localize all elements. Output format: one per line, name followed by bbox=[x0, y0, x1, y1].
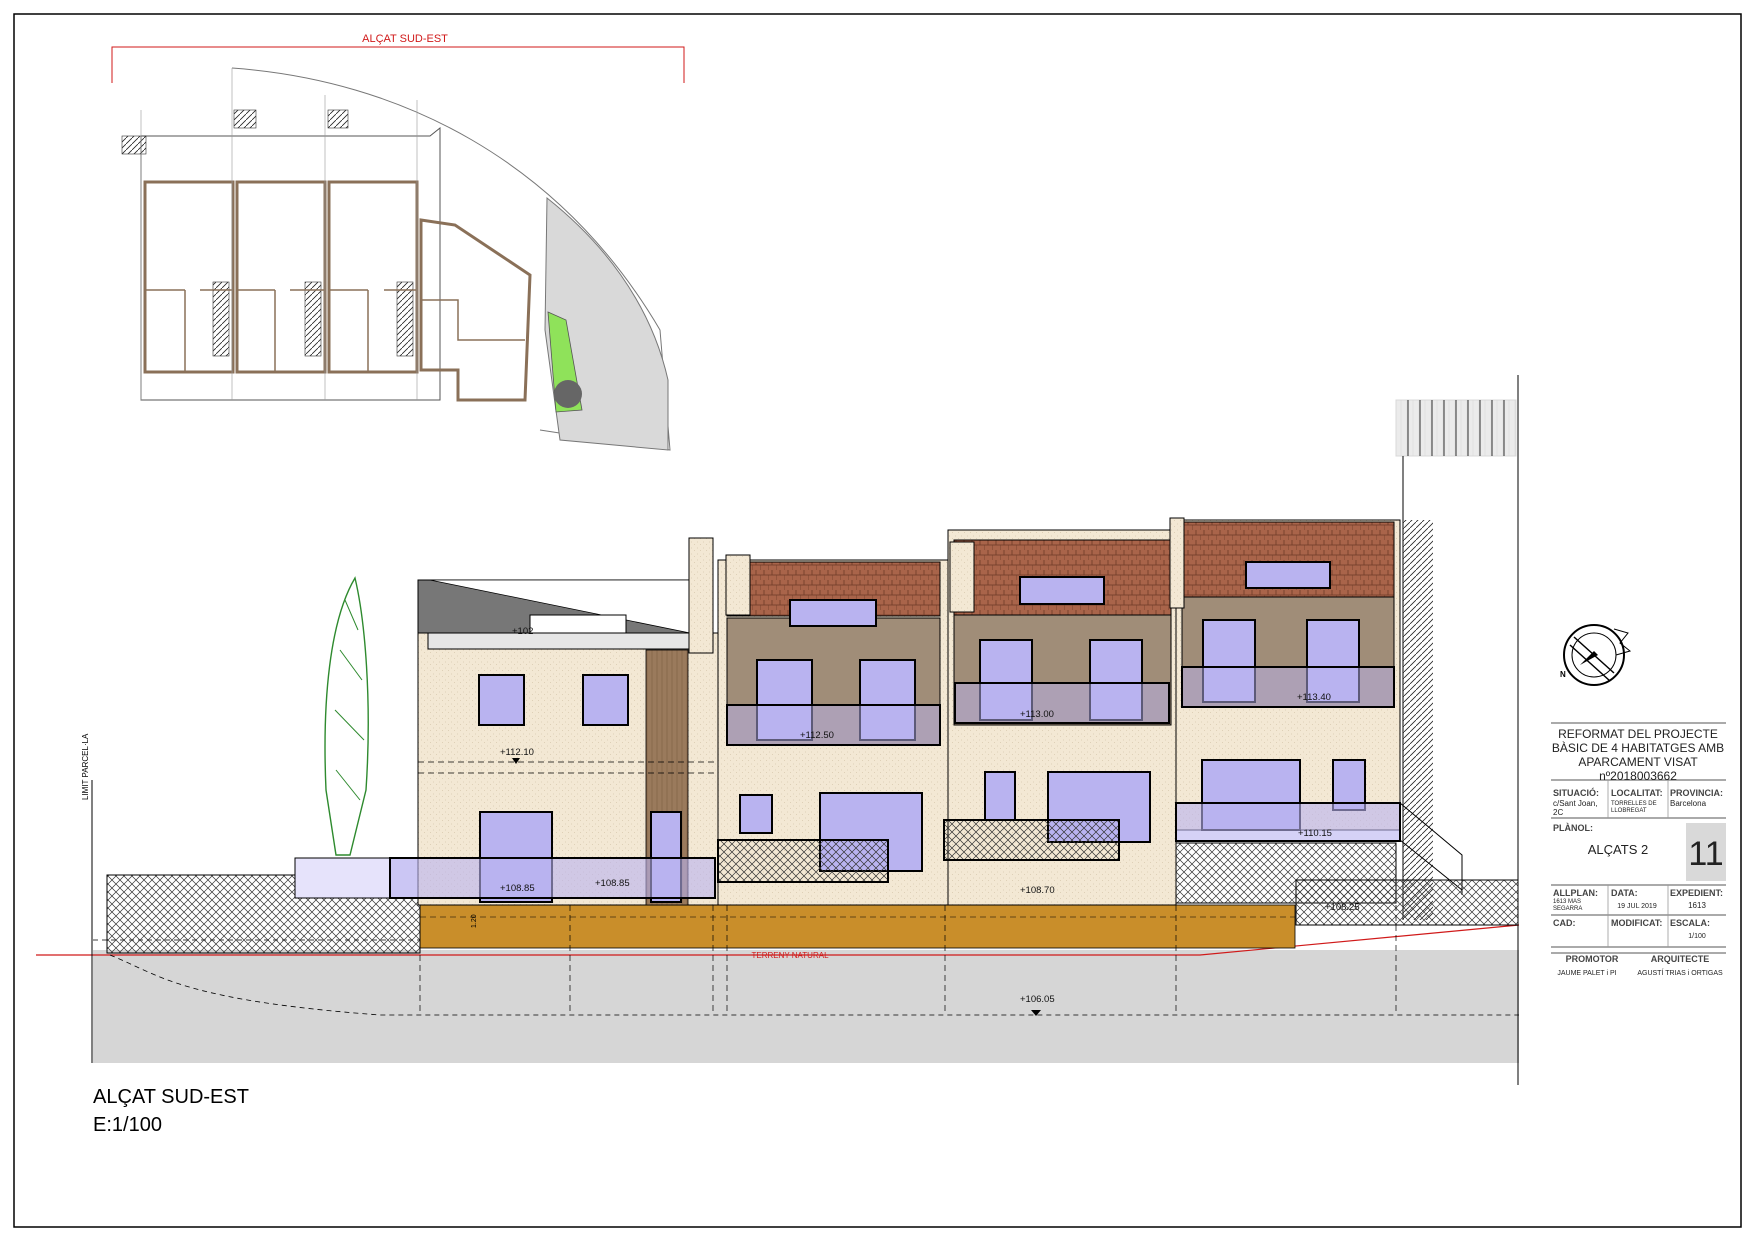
house-1-window[interactable] bbox=[582, 674, 629, 726]
elevation-title: ALÇAT SUD-EST bbox=[93, 1086, 249, 1108]
svg-text:N: N bbox=[1560, 670, 1566, 679]
plan-stairs bbox=[121, 109, 414, 357]
house-4-chimney bbox=[1169, 517, 1185, 609]
title-block: REFORMAT DEL PROJECTE BÀSIC DE 4 HABITAT… bbox=[1551, 722, 1726, 977]
plan-section-label: ALÇAT SUD-EST bbox=[362, 33, 448, 45]
house-1-skylight bbox=[529, 614, 627, 634]
elevation-drawing-sheet: ALÇAT SUD-EST N TERRENY NATURAL 1.20 LIM… bbox=[13, 13, 1742, 1228]
allplan-value: SEGARRA bbox=[1553, 906, 1582, 912]
provincia-value: Barcelona bbox=[1670, 799, 1707, 808]
plan-grid-lines bbox=[140, 68, 418, 400]
plan-section-marker bbox=[111, 46, 685, 83]
house-2-chimney bbox=[725, 554, 751, 616]
allplan-label: ALLPLAN: bbox=[1553, 888, 1598, 898]
level-label: +110.15 bbox=[1298, 828, 1332, 839]
situacio-value: c/Sant Joan, bbox=[1553, 799, 1597, 808]
north-arrow-icon: N bbox=[1560, 624, 1632, 686]
house-4-terrace bbox=[1175, 802, 1401, 842]
neighbour-hatch bbox=[1403, 520, 1433, 920]
plan-tree bbox=[554, 380, 582, 408]
planol-label: PLÀNOL: bbox=[1553, 823, 1593, 833]
house-1 bbox=[389, 537, 719, 906]
house-1-chimney bbox=[688, 537, 714, 654]
project-title: nº2018003662 bbox=[1599, 769, 1677, 783]
data-label: DATA: bbox=[1611, 888, 1638, 898]
level-label: +108.85 bbox=[595, 878, 630, 889]
modificat-label: MODIFICAT: bbox=[1611, 918, 1662, 928]
house-3-dormer[interactable] bbox=[1019, 576, 1105, 605]
level-label: +112.10 bbox=[500, 747, 534, 758]
level-label: +113.40 bbox=[1297, 692, 1331, 703]
level-label: +106.05 bbox=[1020, 994, 1055, 1005]
arquitecte-label: ARQUITECTE bbox=[1651, 954, 1710, 964]
sheet-number: 11 bbox=[1688, 835, 1723, 873]
elevation-scale: E:1/100 bbox=[93, 1114, 162, 1136]
house-3-chimney bbox=[949, 541, 975, 613]
localitat-value: TORRELLES DE bbox=[1611, 801, 1657, 807]
dimension-label: 1.20 bbox=[471, 914, 478, 928]
house-3-balcony-railing bbox=[954, 682, 1170, 724]
plan-units bbox=[143, 180, 532, 402]
house-2-window[interactable] bbox=[739, 794, 773, 834]
escala-value: 1/100 bbox=[1688, 933, 1706, 940]
house-1-terrace-railing bbox=[389, 857, 716, 899]
arquitecte-value: AGUSTÍ TRIAS i ORTIGAS bbox=[1637, 968, 1723, 977]
foundation bbox=[419, 904, 1296, 949]
localitat-label: LOCALITAT: bbox=[1611, 788, 1663, 798]
provincia-label: PROVINCIA: bbox=[1670, 788, 1723, 798]
level-label: +113.00 bbox=[1020, 709, 1054, 720]
plan-interior-walls bbox=[145, 289, 525, 372]
allplan-value: 1613 MAS bbox=[1553, 899, 1581, 905]
house-2-dormer[interactable] bbox=[789, 599, 877, 627]
house-2-terrace bbox=[717, 839, 889, 883]
cad-label: CAD: bbox=[1553, 918, 1576, 928]
expedient-value: 1613 bbox=[1688, 901, 1706, 910]
house-1-parapet bbox=[427, 632, 691, 650]
situacio-label: SITUACIÓ: bbox=[1553, 787, 1599, 798]
level-label: +102 bbox=[512, 626, 533, 637]
house-1-window[interactable] bbox=[478, 674, 525, 726]
planol-value: ALÇATS 2 bbox=[1588, 842, 1648, 857]
expedient-label: EXPEDIENT: bbox=[1670, 888, 1723, 898]
ground-label: TERRENY NATURAL bbox=[751, 951, 829, 960]
boundary-label: LIMIT PARCEL·LA bbox=[81, 733, 90, 800]
house-3-window[interactable] bbox=[984, 771, 1016, 821]
level-label: +108.25 bbox=[1325, 902, 1360, 913]
level-label: +108.85 bbox=[500, 883, 535, 894]
data-value: 19 JUL 2019 bbox=[1617, 903, 1657, 910]
plan-outline bbox=[140, 126, 441, 401]
cypress-tree-icon bbox=[324, 576, 369, 856]
localitat-value: LLOBREGAT bbox=[1611, 808, 1647, 814]
project-title: APARCAMENT VISAT bbox=[1578, 755, 1698, 769]
escala-label: ESCALA: bbox=[1670, 918, 1710, 928]
level-label: +108.70 bbox=[1020, 885, 1055, 896]
project-title: REFORMAT DEL PROJECTE bbox=[1558, 727, 1718, 741]
project-title: BÀSIC DE 4 HABITATGES AMB bbox=[1552, 740, 1724, 755]
house-3-terrace bbox=[943, 819, 1120, 861]
promotor-label: PROMOTOR bbox=[1566, 954, 1619, 964]
elevation: TERRENY NATURAL 1.20 LIMIT PARCEL·LA +10… bbox=[36, 375, 1520, 1136]
house-4-dormer[interactable] bbox=[1245, 561, 1331, 589]
ground-fill bbox=[93, 950, 1519, 1063]
situacio-value: 2C bbox=[1553, 808, 1563, 817]
house-3 bbox=[943, 529, 1177, 906]
promotor-value: JAUME PALET i PI bbox=[1557, 970, 1616, 977]
level-label: +112.50 bbox=[800, 730, 834, 741]
site-plan: ALÇAT SUD-EST bbox=[111, 33, 685, 451]
house-4-balcony-railing bbox=[1181, 666, 1395, 708]
